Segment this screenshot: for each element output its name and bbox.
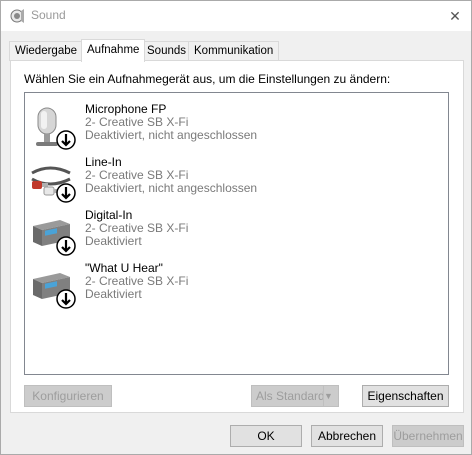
device-text: "What U Hear" 2- Creative SB X-Fi Deakti… — [85, 262, 188, 301]
line-in-cable-icon — [31, 166, 76, 203]
sound-card-icon — [33, 273, 76, 309]
instruction-text: Wählen Sie ein Aufnahmegerät aus, um die… — [24, 72, 391, 86]
recording-device-list[interactable]: Microphone FP 2- Creative SB X-Fi Deakti… — [24, 92, 449, 375]
tab-panel-aufnahme: Wählen Sie ein Aufnahmegerät aus, um die… — [10, 60, 464, 413]
device-text: Line-In 2- Creative SB X-Fi Deaktiviert,… — [85, 156, 257, 195]
set-default-dropdown-button[interactable]: Als Standard ▼ — [251, 385, 339, 407]
title-bar[interactable]: Sound ✕ — [1, 1, 471, 31]
microphone-icon — [36, 107, 76, 150]
speaker-icon — [10, 9, 24, 23]
sound-dialog: Sound ✕ Wiedergabe Aufnahme Sounds Kommu… — [0, 0, 472, 455]
list-item-what-u-hear[interactable]: "What U Hear" 2- Creative SB X-Fi Deakti… — [25, 262, 448, 314]
chevron-down-icon[interactable]: ▼ — [323, 386, 338, 406]
close-button[interactable]: ✕ — [446, 7, 464, 25]
cancel-button[interactable]: Abbrechen — [311, 425, 383, 447]
tab-kommunikation[interactable]: Kommunikation — [188, 41, 280, 61]
tab-wiedergabe[interactable]: Wiedergabe — [9, 41, 84, 61]
list-item-microphone-fp[interactable]: Microphone FP 2- Creative SB X-Fi Deakti… — [25, 103, 448, 155]
close-icon: ✕ — [449, 8, 461, 24]
properties-button[interactable]: Eigenschaften — [362, 385, 449, 407]
set-default-label: Als Standard — [256, 389, 325, 403]
device-status: Deaktiviert, nicht angeschlossen — [85, 128, 258, 142]
device-status: Deaktiviert — [85, 287, 142, 301]
device-text: Microphone FP 2- Creative SB X-Fi Deakti… — [85, 103, 257, 142]
list-item-digital-in[interactable]: Digital-In 2- Creative SB X-Fi Deaktivie… — [25, 209, 448, 261]
configure-button[interactable]: Konfigurieren — [24, 385, 112, 407]
apply-button[interactable]: Übernehmen — [392, 425, 464, 447]
tab-sounds[interactable]: Sounds — [141, 41, 193, 61]
device-status: Deaktiviert — [85, 234, 142, 248]
tab-aufnahme[interactable]: Aufnahme — [81, 39, 146, 62]
list-item-line-in[interactable]: Line-In 2- Creative SB X-Fi Deaktiviert,… — [25, 156, 448, 208]
sound-card-icon — [33, 220, 76, 256]
device-text: Digital-In 2- Creative SB X-Fi Deaktivie… — [85, 209, 188, 248]
ok-button[interactable]: OK — [230, 425, 302, 447]
window-title: Sound — [31, 8, 66, 22]
device-status: Deaktiviert, nicht angeschlossen — [85, 181, 258, 195]
